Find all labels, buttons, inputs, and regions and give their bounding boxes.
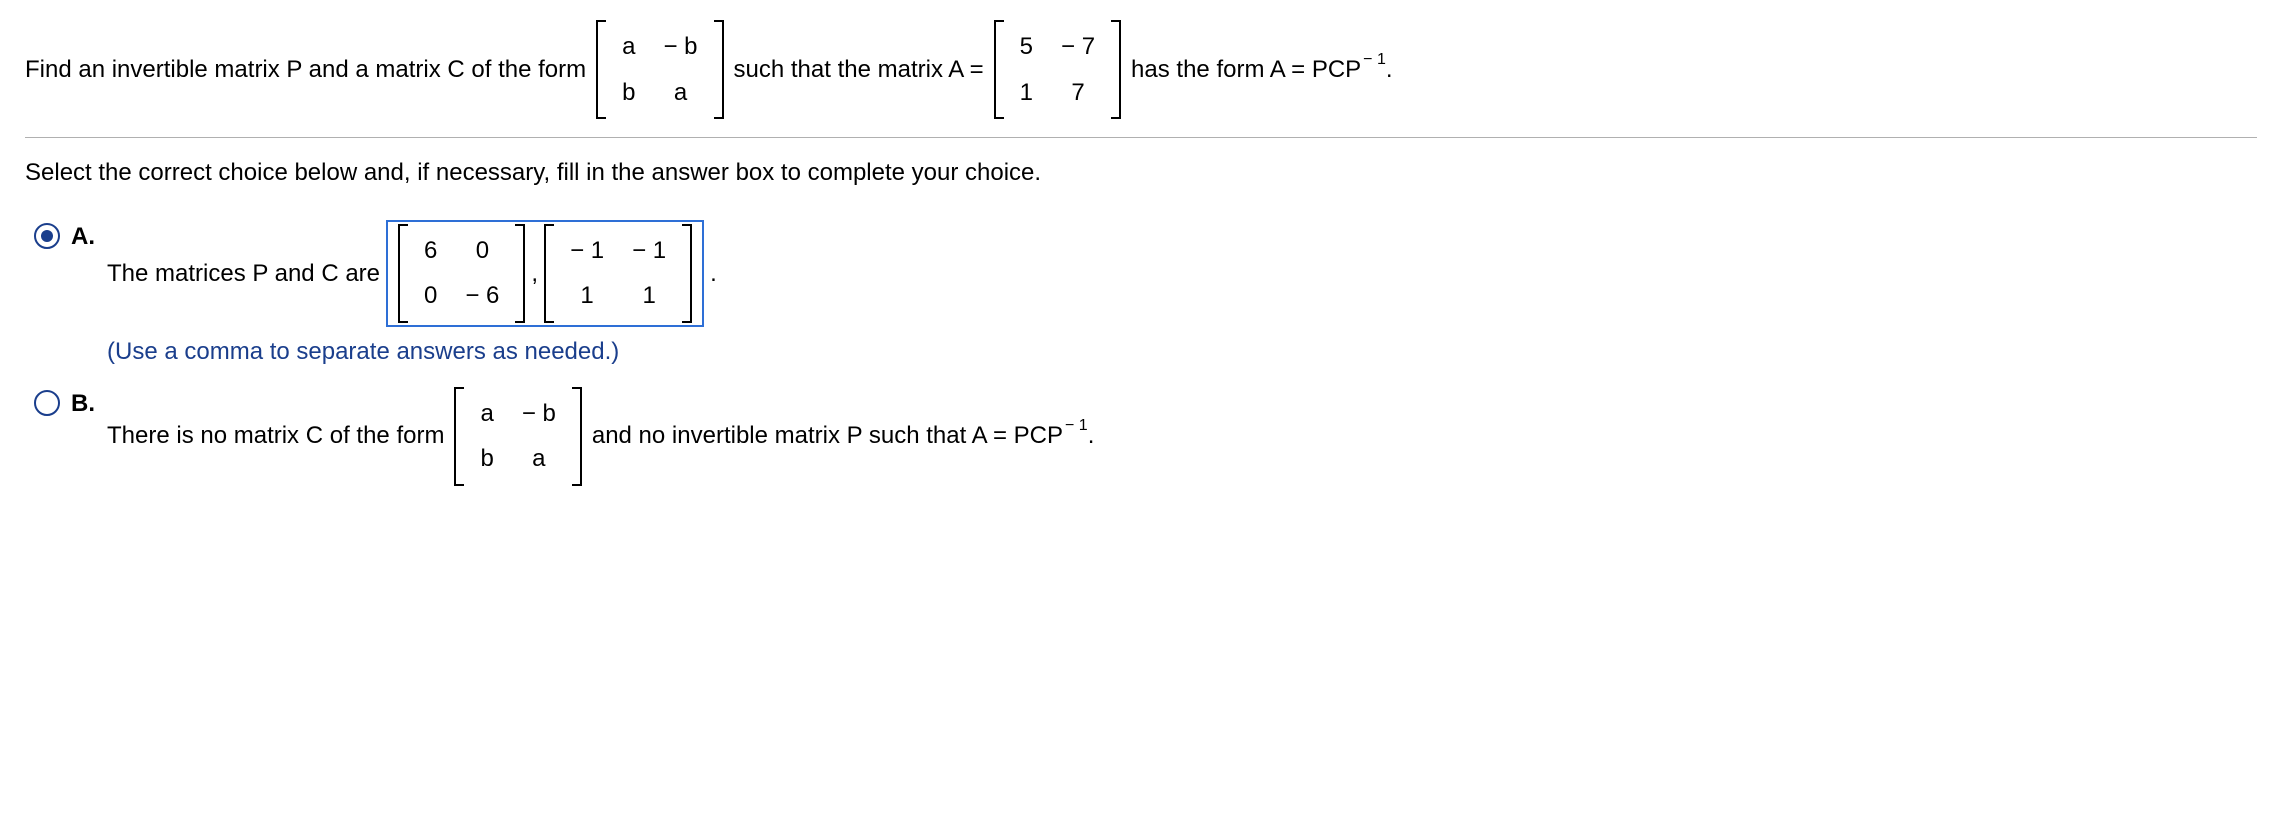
radio-a[interactable] — [34, 223, 60, 249]
answer-separator: , — [531, 257, 538, 291]
answer-matrix-c: − 1− 1 11 — [544, 224, 692, 323]
choice-a: A. The matrices P and C are 60 0− 6 , − … — [33, 220, 2257, 369]
choice-b-matrix: a− b ba — [454, 387, 581, 486]
question-text: Find an invertible matrix P and a matrix… — [25, 20, 2257, 119]
q-text-3: has the form A = PCP− 1. — [1131, 53, 1392, 87]
instruction-text: Select the correct choice below and, if … — [25, 156, 2257, 190]
choice-b-text-2: and no invertible matrix P such that A =… — [592, 419, 1095, 453]
choice-b-letter: B. — [71, 387, 107, 421]
matrix-c-form: a− b ba — [596, 20, 723, 119]
choice-a-hint: (Use a comma to separate answers as need… — [107, 335, 2257, 369]
matrix-a: 5− 7 17 — [994, 20, 1121, 119]
choice-a-text-1: The matrices P and C are — [107, 257, 380, 291]
choice-a-letter: A. — [71, 220, 107, 254]
q-text-1: Find an invertible matrix P and a matrix… — [25, 53, 586, 87]
choice-b-text-1: There is no matrix C of the form — [107, 419, 444, 453]
choices: A. The matrices P and C are 60 0− 6 , − … — [25, 220, 2257, 494]
answer-matrix-p: 60 0− 6 — [398, 224, 525, 323]
q-text-2: such that the matrix A = — [734, 53, 984, 87]
choice-a-text-2: . — [710, 257, 717, 291]
radio-b[interactable] — [34, 390, 60, 416]
answer-input-box[interactable]: 60 0− 6 , − 1− 1 11 — [386, 220, 704, 327]
divider — [25, 137, 2257, 138]
choice-b: B. There is no matrix C of the form a− b… — [33, 387, 2257, 494]
